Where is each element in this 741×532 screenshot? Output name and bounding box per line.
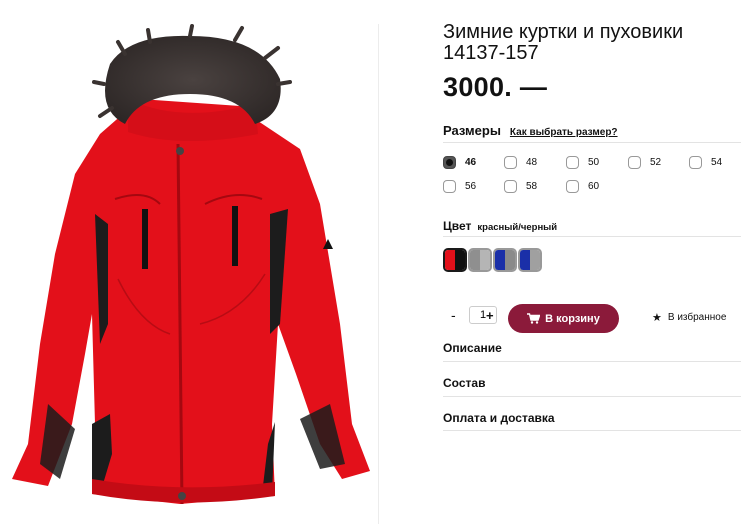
size-checkbox[interactable] — [689, 156, 702, 169]
cart-icon — [527, 313, 541, 324]
size-option-52[interactable]: 52 — [628, 156, 661, 169]
color-label: Цвет — [443, 219, 472, 233]
size-option-58[interactable]: 58 — [504, 180, 537, 193]
divider — [443, 142, 741, 143]
quantity-increase-button[interactable]: + — [486, 308, 494, 323]
size-option-50[interactable]: 50 — [566, 156, 599, 169]
accordion-payment-delivery[interactable]: Оплата и доставка — [443, 411, 555, 425]
size-option-48[interactable]: 48 — [504, 156, 537, 169]
sizes-label: Размеры — [443, 123, 501, 138]
size-option-60[interactable]: 60 — [566, 180, 599, 193]
size-checkbox[interactable] — [504, 156, 517, 169]
size-checkbox[interactable] — [628, 156, 641, 169]
favorite-label: В избранное — [667, 312, 727, 323]
size-options: 46 48 50 52 54 56 58 60 — [443, 156, 741, 196]
size-option-46[interactable]: 46 — [443, 156, 476, 169]
divider — [443, 396, 741, 397]
product-price: 3000. — — [443, 72, 548, 102]
accordion-description[interactable]: Описание — [443, 341, 502, 355]
star-icon: ★ — [652, 312, 662, 324]
color-swatches — [443, 248, 543, 272]
favorite-button[interactable]: ★ В избранное — [652, 311, 726, 324]
sizes-header: Размеры Как выбрать размер? — [443, 123, 618, 138]
size-checkbox[interactable] — [504, 180, 517, 193]
color-value: красный/черный — [477, 222, 558, 233]
quantity-stepper: - + — [451, 306, 497, 324]
color-swatch-blue-gray-2[interactable] — [518, 248, 542, 272]
quantity-decrease-button[interactable]: - — [451, 307, 463, 323]
divider — [443, 430, 741, 431]
size-checkbox[interactable] — [443, 156, 456, 169]
color-header: Цвет красный/черный — [443, 219, 557, 233]
size-option-56[interactable]: 56 — [443, 180, 476, 193]
color-swatch-blue-gray[interactable] — [493, 248, 517, 272]
jacket-illustration — [12, 24, 370, 505]
divider — [443, 361, 741, 362]
color-swatch-gray[interactable] — [468, 248, 492, 272]
product-title: Зимние куртки и пуховики 14137-157 — [443, 21, 684, 64]
product-image — [0, 24, 375, 524]
accordion-composition[interactable]: Состав — [443, 376, 485, 390]
add-to-cart-label: В корзину — [545, 312, 600, 325]
size-option-54[interactable]: 54 — [689, 156, 722, 169]
add-to-cart-button[interactable]: В корзину — [508, 304, 619, 333]
color-swatch-red-black[interactable] — [443, 248, 467, 272]
size-checkbox[interactable] — [566, 180, 579, 193]
size-guide-link[interactable]: Как выбрать размер? — [510, 127, 618, 138]
column-divider — [378, 24, 379, 524]
size-checkbox[interactable] — [566, 156, 579, 169]
product-info: Зимние куртки и пуховики 14137-157 3000.… — [443, 0, 741, 532]
divider — [443, 236, 741, 237]
size-checkbox[interactable] — [443, 180, 456, 193]
